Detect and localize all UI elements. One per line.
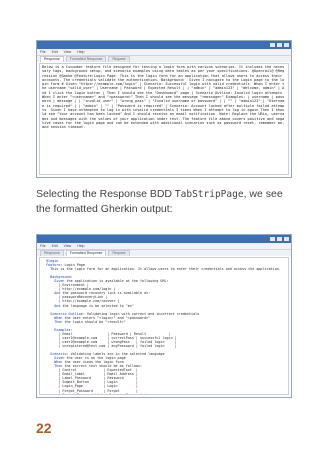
caption: Selecting the Response BDD TabStripPage,… [36, 187, 290, 217]
tab-request[interactable]: Request [108, 56, 130, 62]
response-text: Below is a Cucumber feature file designe… [42, 65, 287, 130]
menu-item-view[interactable]: View [64, 50, 72, 54]
minimize-icon[interactable] [270, 237, 275, 241]
gherkin-line: Then the login should be "<result>" [42, 319, 126, 324]
caption-text-before: Selecting the Response BDD [36, 188, 175, 200]
menu-item-edit[interactable]: Edit [52, 244, 58, 248]
menu-item-view[interactable]: View [64, 244, 72, 248]
tab-formatted-response[interactable]: Formatted Response [65, 250, 107, 256]
tab-response[interactable]: Response [40, 56, 64, 62]
gherkin-text: This is the login form for an applicatio… [42, 267, 281, 272]
window-titlebar [37, 41, 291, 49]
formatted-response-screenshot: File Edit View Help Response Formatted R… [36, 234, 292, 398]
page-number: 22 [36, 420, 52, 436]
maximize-icon[interactable] [277, 43, 282, 47]
tab-formatted-response[interactable]: Formatted Response [65, 56, 107, 62]
minimize-icon[interactable] [270, 43, 275, 47]
menu-bar-2: File Edit View Help [37, 243, 291, 250]
gherkin-text: | unregistered@test.com | anyPassword | … [42, 343, 177, 348]
gherkin-line: And the language is be selected to "en" [42, 304, 134, 308]
caption-code: TabStripPage [174, 189, 244, 200]
tab-request[interactable]: Request [108, 250, 130, 256]
window-titlebar-2 [37, 235, 291, 243]
close-icon[interactable] [284, 237, 289, 241]
gherkin-code: @login Feature: Login Page This is the l… [42, 259, 286, 395]
gherkin-line: | unregistered@test.com | anyPassword | … [42, 343, 177, 348]
gherkin-keyword: Then [42, 319, 63, 324]
menu-item-edit[interactable]: Edit [52, 50, 58, 54]
gherkin-output[interactable]: @login Feature: Login Page This is the l… [39, 257, 289, 395]
menu-item-file[interactable]: File [40, 50, 46, 54]
gherkin-text: | Forgot_Password_Link | Recover Passwor… [42, 392, 147, 395]
gherkin-line: | Forgot_Password_Link | Recover Passwor… [42, 392, 147, 395]
close-icon[interactable] [284, 43, 289, 47]
tab-strip-2: Response Formatted Response Request [37, 250, 291, 256]
menu-item-file[interactable]: File [40, 244, 46, 248]
response-screenshot: File Edit View Help Response Formatted R… [36, 40, 292, 178]
menu-item-help[interactable]: Help [77, 50, 84, 54]
maximize-icon[interactable] [277, 237, 282, 241]
gherkin-text: the login should be "<result>" [62, 319, 126, 324]
gherkin-keyword: And [42, 303, 61, 308]
gherkin-line: This is the login form for an applicatio… [42, 267, 281, 271]
gherkin-text: the language is be selected to "en" [60, 303, 134, 308]
tab-strip: Response Formatted Response Request [37, 56, 291, 62]
tab-response[interactable]: Response [40, 250, 64, 256]
menu-bar: File Edit View Help [37, 49, 291, 56]
menu-item-help[interactable]: Help [77, 244, 84, 248]
response-text-area[interactable]: Below is a Cucumber feature file designe… [39, 63, 289, 175]
